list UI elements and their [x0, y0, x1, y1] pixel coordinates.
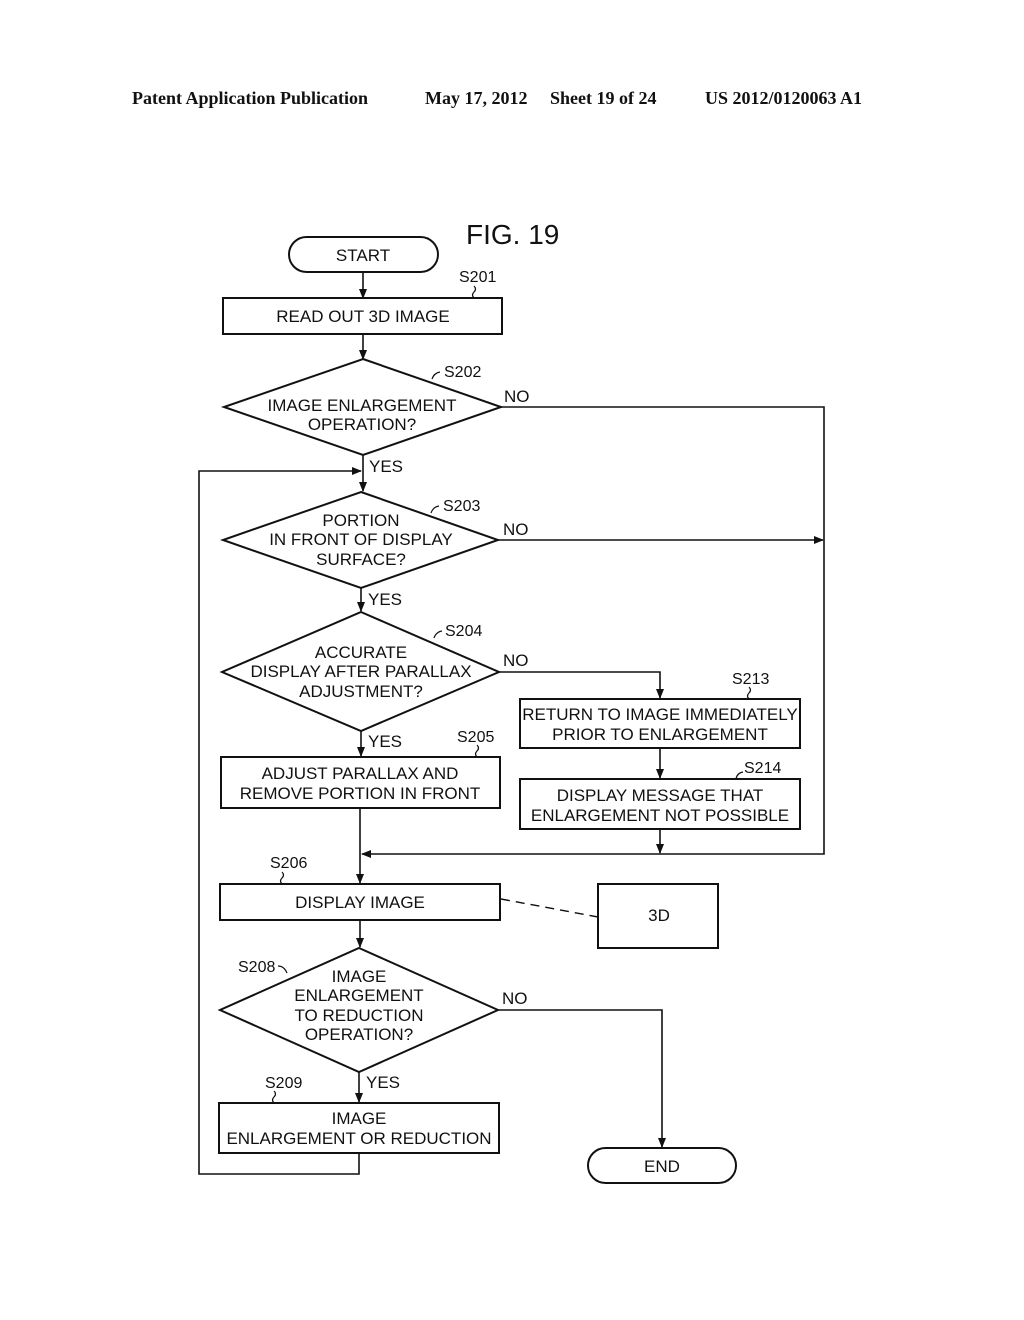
s202-yes-label: YES — [369, 457, 403, 476]
decision-s204-id: S204 — [445, 623, 482, 640]
step-s213-leader — [746, 686, 752, 700]
arrow-s208-no-to-end — [498, 1009, 666, 1148]
step-s206-id: S206 — [270, 855, 307, 872]
decision-s208-line3: TO REDUCTION — [294, 1006, 423, 1025]
decision-s202-leader — [431, 371, 441, 380]
end-label: END — [644, 1157, 680, 1176]
step-s209-line2: ENLARGEMENT OR REDUCTION — [226, 1129, 491, 1148]
step-s213-id: S213 — [732, 671, 769, 688]
decision-s204-line2: DISPLAY AFTER PARALLAX — [250, 662, 471, 681]
step-s201-text: READ OUT 3D IMAGE — [276, 307, 450, 326]
decision-s203-leader — [430, 505, 440, 514]
step-s209-leader — [271, 1090, 277, 1104]
display-mode-box: 3D — [597, 883, 719, 949]
s202-no-label: NO — [504, 387, 530, 406]
start-label: START — [336, 246, 390, 265]
s208-yes-label: YES — [366, 1073, 400, 1092]
s204-no-label: NO — [503, 651, 529, 670]
step-s206-leader — [279, 871, 285, 885]
figure-title: FIG. 19 — [466, 219, 559, 250]
decision-s202-line2: OPERATION? — [308, 415, 416, 434]
end-terminal: END — [587, 1147, 737, 1184]
step-s205-leader — [474, 744, 480, 758]
decision-s202: IMAGE ENLARGEMENT OPERATION? S202 NO YES — [220, 357, 530, 476]
step-s214-id: S214 — [744, 760, 781, 777]
decision-s208-line2: ENLARGEMENT — [294, 986, 423, 1005]
step-s214-line1: DISPLAY MESSAGE THAT — [557, 786, 764, 805]
step-s205-id: S205 — [457, 729, 494, 746]
step-s214-line2: ENLARGEMENT NOT POSSIBLE — [531, 806, 789, 825]
step-s213-line2: PRIOR TO ENLARGEMENT — [552, 725, 768, 744]
decision-s208: IMAGE ENLARGEMENT TO REDUCTION OPERATION… — [217, 946, 528, 1092]
step-s205-line2: REMOVE PORTION IN FRONT — [240, 784, 481, 803]
step-s201-leader — [471, 285, 477, 299]
decision-s203-id: S203 — [443, 498, 480, 515]
arrow-s204-no-to-s213 — [499, 671, 664, 699]
step-s214-leader — [735, 771, 744, 780]
decision-s204-line3: ADJUSTMENT? — [299, 682, 423, 701]
decision-s203-line1: PORTION — [322, 511, 399, 530]
decision-s208-leader — [277, 965, 288, 974]
decision-s203-line2: IN FRONT OF DISPLAY — [269, 530, 453, 549]
step-s213-line1: RETURN TO IMAGE IMMEDIATELY — [522, 705, 798, 724]
decision-s202-id: S202 — [444, 364, 481, 381]
decision-s204-leader — [433, 630, 443, 639]
decision-s203-line3: SURFACE? — [316, 550, 406, 569]
decision-s208-line1: IMAGE — [332, 967, 387, 986]
decision-s204-line1: ACCURATE — [315, 643, 407, 662]
decision-s208-id: S208 — [238, 959, 275, 976]
decision-s202-line1: IMAGE ENLARGEMENT — [268, 396, 457, 415]
step-s205-line1: ADJUST PARALLAX AND — [262, 764, 459, 783]
decision-s203: PORTION IN FRONT OF DISPLAY SURFACE? S20… — [219, 490, 529, 609]
decision-s208-line4: OPERATION? — [305, 1025, 413, 1044]
s203-yes-label: YES — [368, 590, 402, 609]
s203-no-label: NO — [503, 520, 529, 539]
s204-yes-label: YES — [368, 732, 402, 751]
step-s209-line1: IMAGE — [332, 1109, 387, 1128]
step-s206-text: DISPLAY IMAGE — [295, 893, 425, 912]
display-mode-link — [500, 898, 599, 918]
start-terminal: START — [288, 236, 439, 273]
step-s201-id: S201 — [459, 269, 496, 286]
s208-no-label: NO — [502, 989, 528, 1008]
flowchart: FIG. 19 START READ OUT 3D IMAGE S201 IMA… — [198, 219, 825, 1184]
display-mode-label: 3D — [648, 906, 670, 925]
step-s209-id: S209 — [265, 1075, 302, 1092]
